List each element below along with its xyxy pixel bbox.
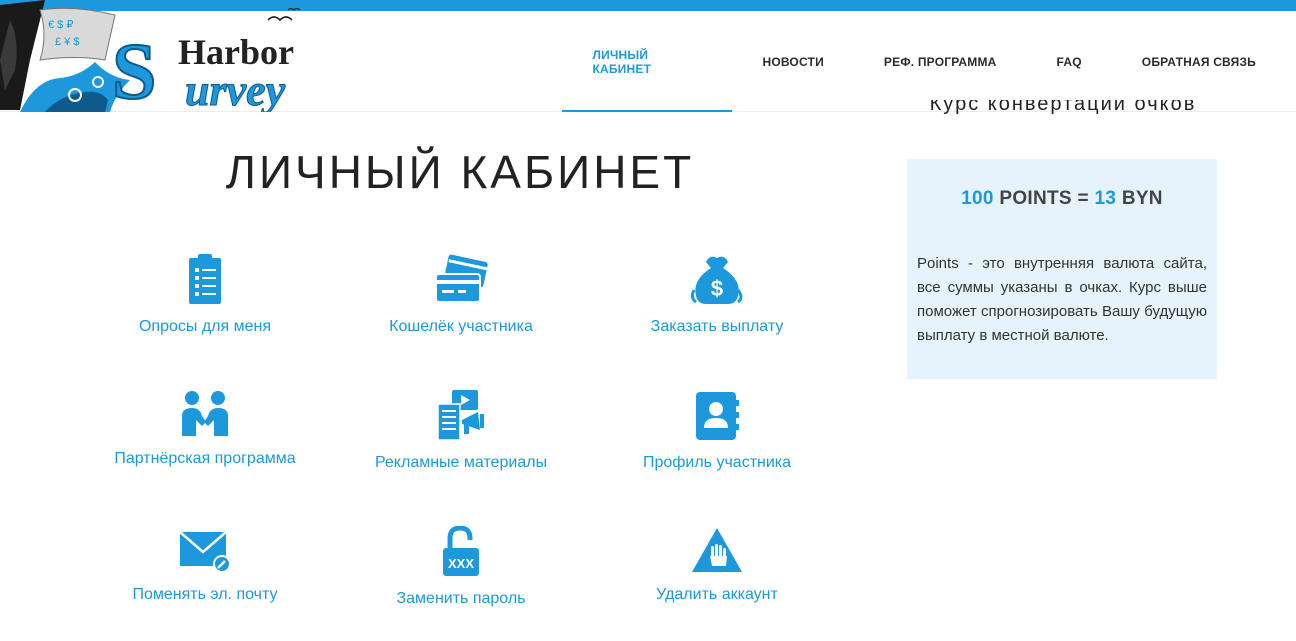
tile-label: Партнёрская программа — [114, 450, 296, 467]
svg-text:£ ¥ $: £ ¥ $ — [55, 36, 79, 48]
padlock-icon: XXX — [443, 526, 479, 576]
site-logo[interactable]: € $ ₽ £ ¥ $ S Harbor urvey — [0, 0, 330, 112]
money-bag-icon: $ — [690, 256, 743, 304]
tile-label: Удалить аккаунт — [656, 586, 778, 603]
nav-item-feedback[interactable]: ОБРАТНАЯ СВЯЗЬ — [1112, 11, 1296, 112]
svg-text:€ $ ₽: € $ ₽ — [48, 19, 73, 31]
tile-change-password[interactable]: XXX Заменить пароль — [336, 526, 586, 608]
rate-points: 100 — [961, 188, 994, 209]
conversion-rate-box: 100 POINTS = 13 BYN Points - это внутрен… — [907, 159, 1217, 379]
sidebar-heading: Курс конвертации очков — [929, 100, 1197, 115]
tile-promo[interactable]: Рекламные материалы — [336, 390, 586, 472]
nav-item-faq[interactable]: FAQ — [1027, 11, 1112, 112]
nav-item-referral[interactable]: РЕФ. ПРОГРАММА — [854, 11, 1027, 112]
tile-surveys[interactable]: Опросы для меня — [80, 254, 330, 336]
svg-text:XXX: XXX — [448, 556, 474, 571]
envelope-edit-icon — [179, 531, 231, 573]
logo-initial: S — [112, 28, 157, 112]
tile-payout[interactable]: $ Заказать выплату — [592, 254, 842, 336]
logo-word-bottom: urvey — [185, 66, 286, 112]
tile-partner[interactable]: Партнёрская программа — [80, 390, 330, 468]
tile-label: Заменить пароль — [396, 590, 526, 607]
conversion-description: Points - это внутренняя валюта сайта, вс… — [917, 255, 1207, 344]
tile-profile[interactable]: Профиль участника — [592, 390, 842, 472]
credit-card-icon — [435, 254, 488, 303]
clipboard-icon — [189, 254, 221, 304]
page-title: ЛИЧНЫЙ КАБИНЕТ — [225, 146, 695, 198]
main-nav: ЛИЧНЫЙ КАБИНЕТ НОВОСТИ РЕФ. ПРОГРАММА FA… — [562, 11, 1296, 112]
rate-points-unit: POINTS — [999, 188, 1072, 209]
rate-value: 13 — [1094, 188, 1117, 209]
warning-hand-icon — [692, 528, 742, 572]
profile-book-icon — [696, 392, 739, 440]
nav-item-news[interactable]: НОВОСТИ — [732, 11, 853, 112]
tile-label: Кошелёк участника — [389, 318, 533, 335]
tile-delete-account[interactable]: Удалить аккаунт — [592, 526, 842, 604]
nav-item-cabinet[interactable]: ЛИЧНЫЙ КАБИНЕТ — [562, 11, 733, 112]
rate-equals: = — [1077, 188, 1089, 209]
tile-label: Поменять эл. почту — [132, 586, 278, 603]
handshake-icon — [182, 391, 228, 436]
rate-currency: BYN — [1121, 188, 1163, 209]
conversion-rate: 100 POINTS = 13 BYN — [917, 188, 1207, 210]
tile-label: Рекламные материалы — [374, 454, 548, 471]
tile-label: Профиль участника — [642, 454, 792, 471]
svg-text:$: $ — [711, 276, 723, 301]
tile-wallet[interactable]: Кошелёк участника — [336, 254, 586, 336]
promo-materials-icon — [437, 390, 484, 441]
tile-label: Заказать выплату — [650, 318, 784, 335]
tile-label: Опросы для меня — [138, 318, 272, 335]
tile-change-email[interactable]: Поменять эл. почту — [80, 526, 330, 604]
